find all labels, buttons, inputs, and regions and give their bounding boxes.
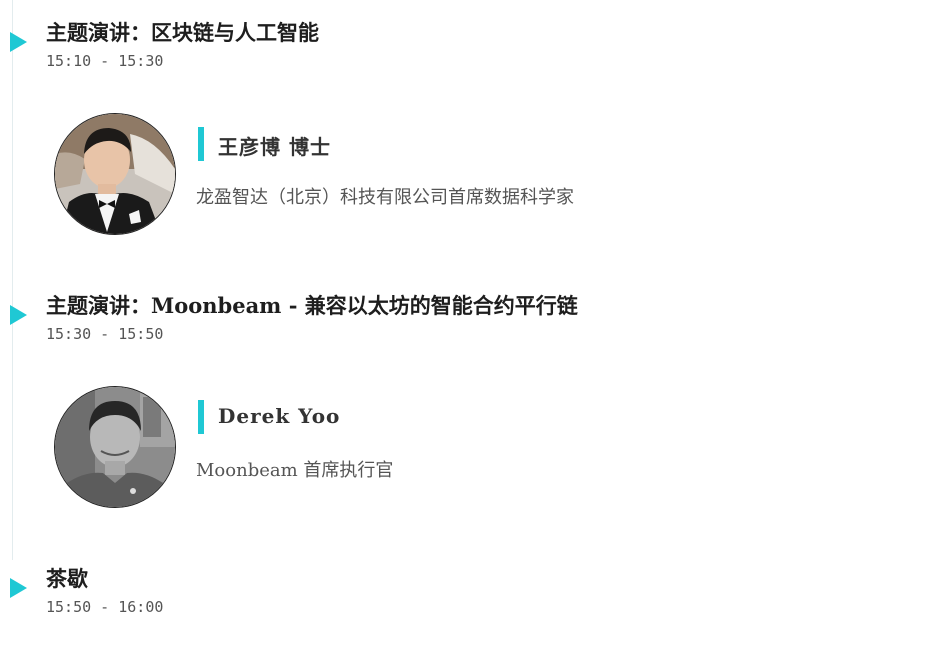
speaker-card: Derek Yoo Moonbeam 首席执行官 [54, 386, 854, 510]
speaker-name: Derek Yoo [218, 404, 341, 428]
speaker-name: 王彦博 博士 [218, 135, 331, 159]
speaker-photo-color [55, 114, 175, 234]
session-time: 15:10 - 15:30 [46, 52, 164, 70]
timeline-line [12, 0, 13, 560]
speaker-avatar [54, 113, 176, 235]
speaker-affiliation: 龙盈智达（北京）科技有限公司首席数据科学家 [196, 187, 574, 208]
play-triangle-icon [10, 305, 27, 325]
speaker-photo-grayscale [55, 387, 175, 507]
play-triangle-icon [10, 32, 27, 52]
speaker-avatar [54, 386, 176, 508]
session-title: 主题演讲：Moonbeam - 兼容以太坊的智能合约平行链 [46, 293, 578, 318]
session-time: 15:50 - 16:00 [46, 598, 164, 616]
speaker-card: 王彦博 博士 龙盈智达（北京）科技有限公司首席数据科学家 [54, 113, 854, 237]
accent-bar [198, 400, 204, 434]
session-title: 主题演讲：区块链与人工智能 [46, 20, 319, 45]
session-time: 15:30 - 15:50 [46, 325, 164, 343]
play-triangle-icon [10, 578, 27, 598]
speaker-affiliation: Moonbeam 首席执行官 [196, 460, 394, 481]
accent-bar [198, 127, 204, 161]
session-title: 茶歇 [46, 566, 88, 591]
